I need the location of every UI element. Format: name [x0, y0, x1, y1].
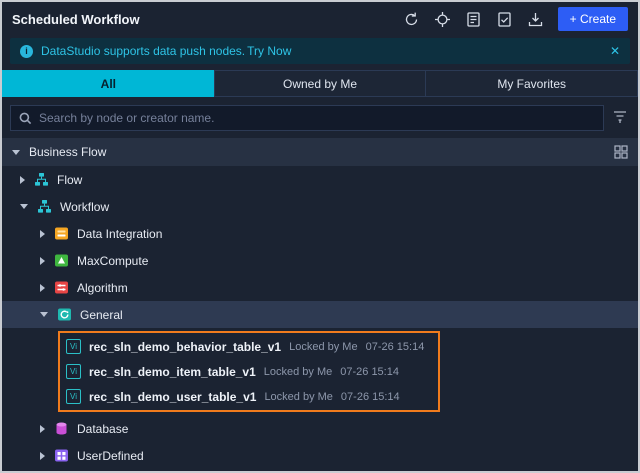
- node-lock-status: Locked by Me: [263, 365, 333, 378]
- tree-item-label: Flow: [57, 172, 83, 187]
- tab-my-favorites[interactable]: My Favorites: [425, 70, 638, 97]
- tree-root-label: Business Flow: [29, 145, 107, 159]
- tree-root-business-flow[interactable]: Business Flow: [2, 138, 638, 166]
- chevron-down-icon[interactable]: [12, 149, 20, 155]
- maxcompute-icon: [54, 253, 69, 268]
- create-button[interactable]: + Create: [557, 7, 628, 31]
- node-timestamp: 07-26 15:14: [340, 365, 399, 378]
- tree-item-data-integration[interactable]: Data Integration: [2, 220, 638, 247]
- tab-all[interactable]: All: [2, 70, 215, 97]
- search-input[interactable]: [39, 111, 595, 125]
- userdefined-icon: [54, 448, 69, 463]
- tree-item-label: General: [80, 307, 123, 322]
- page-title: Scheduled Workflow: [12, 11, 140, 27]
- node-timestamp: 07-26 15:14: [365, 340, 425, 353]
- try-now-link[interactable]: Try Now: [247, 44, 291, 58]
- node-name: rec_sln_demo_behavior_table_v1: [89, 339, 282, 354]
- vi-node-icon: Vi: [66, 339, 81, 354]
- tree-item-label: UserDefined: [77, 448, 144, 463]
- node-name: rec_sln_demo_item_table_v1: [89, 364, 256, 379]
- filter-icon[interactable]: [612, 109, 630, 127]
- tab-owned-by-me[interactable]: Owned by Me: [213, 70, 427, 97]
- tree-item-label: Algorithm: [77, 280, 128, 295]
- chevron-down-icon[interactable]: [20, 204, 28, 209]
- flow-icon: [34, 172, 49, 187]
- node-row-behavior-table[interactable]: Vi rec_sln_demo_behavior_table_v1 Locked…: [66, 334, 424, 359]
- node-row-user-table[interactable]: Vi rec_sln_demo_user_table_v1 Locked by …: [66, 384, 424, 409]
- vi-node-icon: Vi: [66, 364, 81, 379]
- chevron-right-icon[interactable]: [20, 175, 25, 184]
- highlight-box: Vi rec_sln_demo_behavior_table_v1 Locked…: [58, 331, 441, 412]
- search-icon: [19, 112, 32, 124]
- scheduled-workflow-panel: Scheduled Workflow + Create i DataStudio…: [0, 0, 640, 473]
- audit-doc-icon[interactable]: [465, 11, 482, 28]
- close-icon[interactable]: ✕: [610, 44, 620, 58]
- vi-node-icon: Vi: [66, 389, 81, 404]
- tree-item-label: Workflow: [60, 199, 110, 214]
- grid-view-icon[interactable]: [614, 145, 628, 159]
- tree-item-label: Data Integration: [77, 226, 163, 241]
- tree-item-general[interactable]: General: [2, 301, 638, 328]
- header-icons: [403, 11, 544, 28]
- tree-item-flow[interactable]: Flow: [2, 166, 638, 193]
- node-lock-status: Locked by Me: [289, 340, 358, 353]
- database-icon: [54, 421, 69, 436]
- chevron-right-icon[interactable]: [40, 424, 45, 433]
- tree-item-database[interactable]: Database: [2, 415, 638, 442]
- node-row-item-table[interactable]: Vi rec_sln_demo_item_table_v1 Locked by …: [66, 359, 424, 384]
- import-icon[interactable]: [527, 11, 544, 28]
- tree-item-workflow[interactable]: Workflow: [2, 193, 638, 220]
- data-integration-icon: [54, 226, 69, 241]
- chevron-right-icon[interactable]: [40, 283, 45, 292]
- workflow-tree: Business Flow Flow Workflow Data Integra…: [2, 138, 638, 471]
- tree-item-label: MaxCompute: [77, 253, 149, 268]
- chevron-right-icon[interactable]: [40, 451, 45, 460]
- banner-message: DataStudio supports data push nodes.: [41, 44, 246, 58]
- info-icon: i: [20, 44, 33, 58]
- chevron-right-icon[interactable]: [40, 229, 45, 238]
- search-row: [10, 105, 630, 131]
- chevron-right-icon[interactable]: [40, 256, 45, 265]
- refresh-icon[interactable]: [403, 11, 420, 28]
- tree-item-maxcompute[interactable]: MaxCompute: [2, 247, 638, 274]
- tab-bar: All Owned by Me My Favorites: [2, 70, 638, 97]
- algorithm-icon: [54, 280, 69, 295]
- tree-item-label: Database: [77, 421, 129, 436]
- node-timestamp: 07-26 15:14: [340, 390, 400, 403]
- node-lock-status: Locked by Me: [264, 390, 333, 403]
- locate-icon[interactable]: [434, 11, 451, 28]
- workflow-icon: [37, 199, 52, 214]
- node-name: rec_sln_demo_user_table_v1: [89, 389, 257, 404]
- header: Scheduled Workflow + Create: [2, 2, 638, 36]
- chevron-down-icon[interactable]: [40, 312, 48, 317]
- tree-item-algorithm[interactable]: Algorithm: [2, 274, 638, 301]
- tree-item-userdefined[interactable]: UserDefined: [2, 442, 638, 469]
- doc-check-icon[interactable]: [496, 11, 513, 28]
- search-box: [10, 105, 604, 131]
- general-icon: [57, 307, 72, 322]
- info-banner: i DataStudio supports data push nodes. T…: [10, 38, 630, 64]
